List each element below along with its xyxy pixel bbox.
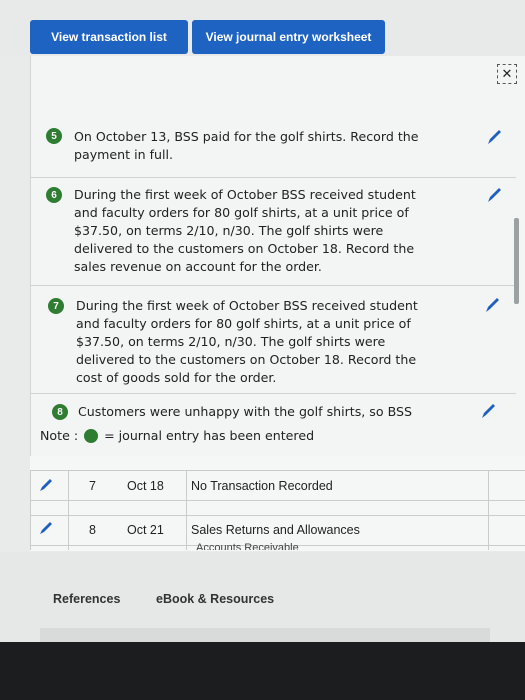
table-row-description: Sales Returns and Allowances	[191, 523, 360, 537]
item-text: Customers were unhappy with the golf shi…	[78, 404, 412, 419]
item-number-badge: 7	[48, 298, 64, 314]
item-number-badge: 5	[46, 128, 62, 144]
item-text: On October 13, BSS paid for the golf shi…	[74, 129, 419, 162]
note-suffix: = journal entry has been entered	[104, 428, 315, 443]
table-row-description: No Transaction Recorded	[191, 479, 333, 493]
scrollbar[interactable]	[514, 218, 519, 304]
table-row-number: 7	[89, 479, 96, 493]
entered-indicator-icon	[84, 428, 99, 443]
pencil-icon[interactable]	[480, 402, 496, 420]
table-row-number: 8	[89, 523, 96, 537]
table-row-subentry: Accounts Receivable	[196, 542, 299, 550]
item-number-badge: 8	[52, 404, 68, 420]
view-transaction-list-button[interactable]: View transaction list	[30, 20, 188, 54]
close-icon[interactable]: ✕	[497, 64, 517, 84]
item-number-badge: 6	[46, 187, 62, 203]
ebook-resources-link[interactable]: eBook & Resources	[156, 592, 274, 606]
note-legend: Note : = journal entry has been entered	[40, 428, 314, 443]
pencil-icon[interactable]	[38, 477, 54, 493]
device-bezel	[0, 642, 525, 700]
table-row-date: Oct 21	[127, 523, 164, 537]
table-row-date: Oct 18	[127, 479, 164, 493]
pencil-icon[interactable]	[486, 128, 502, 146]
view-journal-entry-worksheet-button[interactable]: View journal entry worksheet	[192, 20, 385, 54]
item-text: During the first week of October BSS rec…	[74, 187, 416, 274]
pencil-icon[interactable]	[484, 296, 500, 314]
pencil-icon[interactable]	[38, 520, 54, 536]
pencil-icon[interactable]	[486, 186, 502, 204]
references-link[interactable]: References	[53, 592, 120, 606]
bottom-tab-strip	[40, 628, 490, 642]
item-text: During the first week of October BSS rec…	[76, 298, 418, 385]
note-prefix: Note :	[40, 428, 79, 443]
table-row-subentry-clip: Accounts Receivable	[196, 541, 336, 550]
